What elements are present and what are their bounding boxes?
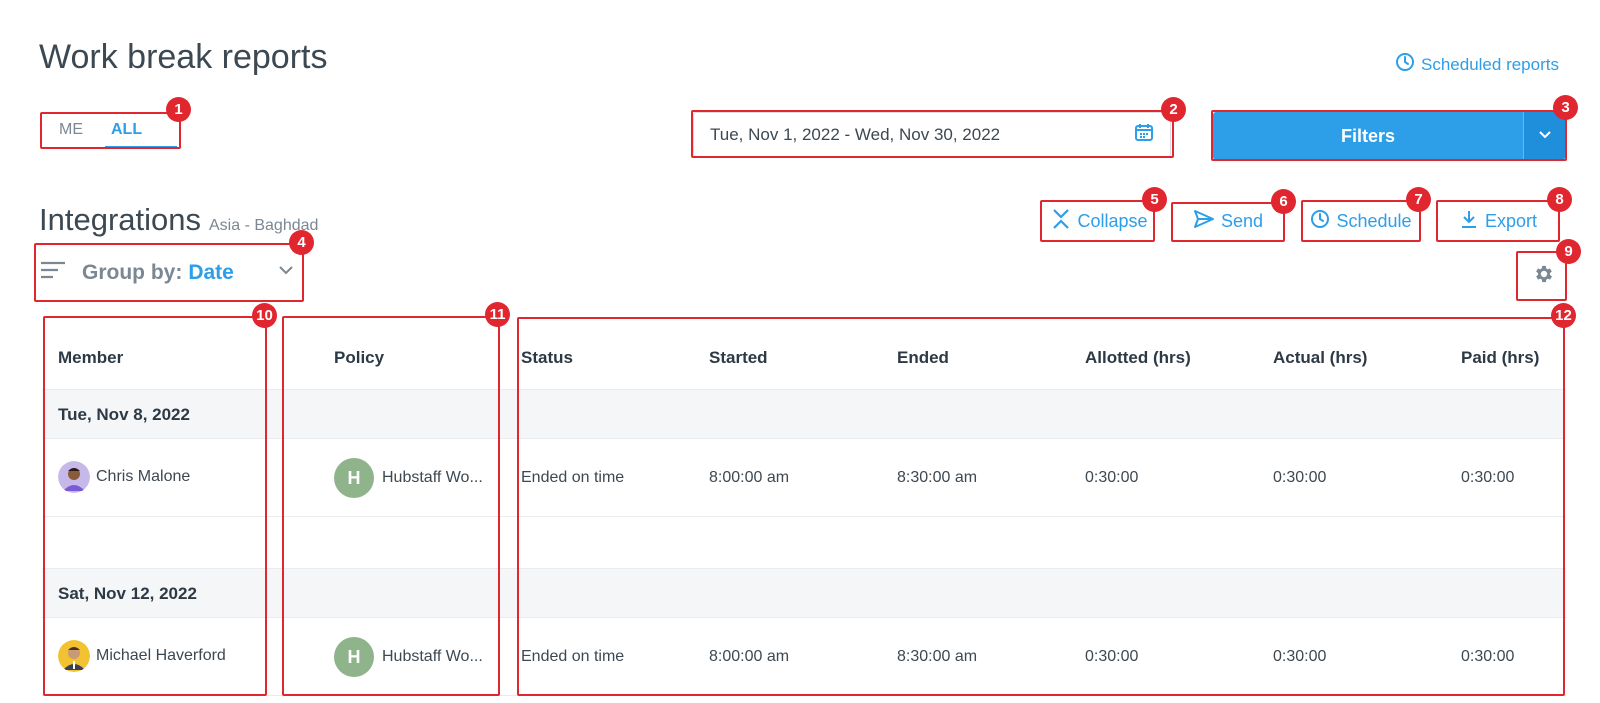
- col-header-policy[interactable]: Policy: [334, 348, 384, 368]
- collapse-button[interactable]: Collapse: [1042, 201, 1157, 241]
- annotation-badge: 10: [252, 303, 277, 328]
- section-title: Integrations Asia - Baghdad: [39, 202, 318, 238]
- paid-cell: 0:30:00: [1461, 648, 1515, 665]
- annotation-badge: 7: [1406, 187, 1431, 212]
- active-tab-indicator: [105, 146, 177, 148]
- actual-cell: 0:30:00: [1273, 469, 1327, 486]
- annotation-badge: 5: [1142, 187, 1167, 212]
- col-header-status[interactable]: Status: [521, 348, 573, 368]
- policy-cell[interactable]: H Hubstaff Wo...: [334, 637, 483, 677]
- member-cell[interactable]: Chris Malone: [58, 461, 190, 493]
- annotation-badge: 11: [485, 302, 510, 327]
- scheduled-reports-link[interactable]: Scheduled reports: [1395, 52, 1559, 77]
- group-by-dropdown[interactable]: Group by: Date: [36, 246, 303, 300]
- filters-label: Filters: [1340, 125, 1396, 146]
- collapse-icon: [1051, 208, 1071, 235]
- list-icon: [40, 260, 66, 286]
- annotation-badge: 6: [1271, 189, 1296, 214]
- member-name: Michael Haverford: [96, 647, 226, 664]
- group-date: Sat, Nov 12, 2022: [58, 584, 197, 603]
- status-cell: Ended on time: [521, 648, 625, 665]
- row-divider: [42, 695, 1566, 696]
- annotation-box: [43, 316, 267, 696]
- clock-icon: [1395, 52, 1415, 77]
- started-cell: 8:00:00 am: [709, 648, 790, 665]
- ended-cell: 8:30:00 am: [897, 469, 978, 486]
- status-cell: Ended on time: [521, 469, 625, 486]
- member-name: Chris Malone: [96, 468, 191, 485]
- annotation-badge: 4: [289, 230, 314, 255]
- chevron-down-icon: [1537, 126, 1553, 147]
- group-header: [42, 389, 1566, 439]
- annotation-badge: 2: [1161, 97, 1186, 122]
- ended-cell: 8:30:00 am: [897, 648, 978, 665]
- annotation-badge: 8: [1547, 187, 1572, 212]
- policy-name: Hubstaff Wo...: [382, 648, 483, 665]
- page-title: Work break reports: [39, 38, 328, 76]
- paid-cell: 0:30:00: [1461, 469, 1515, 486]
- row-divider: [42, 516, 1566, 517]
- member-cell[interactable]: Michael Haverford: [58, 640, 226, 672]
- collapse-label: Collapse: [1077, 210, 1148, 231]
- scope-all-tab[interactable]: ALL: [111, 121, 142, 139]
- send-label: Send: [1220, 210, 1264, 231]
- annotation-badge: 9: [1556, 239, 1581, 264]
- chevron-down-icon: [277, 261, 295, 285]
- annotation-badge: 12: [1551, 303, 1576, 328]
- scope-toggle: ME ALL: [41, 112, 181, 148]
- gear-icon: [1533, 263, 1555, 290]
- schedule-button[interactable]: Schedule: [1302, 201, 1420, 241]
- policy-name: Hubstaff Wo...: [382, 469, 483, 486]
- allotted-cell: 0:30:00: [1085, 648, 1139, 665]
- send-button[interactable]: Send: [1172, 201, 1284, 241]
- date-range-value: Tue, Nov 1, 2022 - Wed, Nov 30, 2022: [710, 124, 1001, 144]
- avatar: [58, 640, 90, 672]
- group-date: Tue, Nov 8, 2022: [58, 405, 190, 424]
- col-header-paid[interactable]: Paid (hrs): [1461, 348, 1539, 368]
- calendar-icon[interactable]: [1134, 122, 1154, 147]
- export-button[interactable]: Export: [1437, 201, 1559, 241]
- export-label: Export: [1484, 210, 1538, 231]
- send-icon: [1193, 209, 1215, 234]
- filters-button[interactable]: Filters: [1213, 112, 1565, 160]
- policy-avatar: H: [334, 458, 374, 498]
- group-header: [42, 568, 1566, 618]
- policy-cell[interactable]: H Hubstaff Wo...: [334, 458, 483, 498]
- actual-cell: 0:30:00: [1273, 648, 1327, 665]
- col-header-started[interactable]: Started: [709, 348, 768, 368]
- col-header-ended[interactable]: Ended: [897, 348, 949, 368]
- col-header-actual[interactable]: Actual (hrs): [1273, 348, 1367, 368]
- annotation-box: [517, 317, 1565, 696]
- col-header-allotted[interactable]: Allotted (hrs): [1085, 348, 1191, 368]
- section-name: Integrations: [39, 202, 201, 237]
- scope-me-tab[interactable]: ME: [59, 121, 83, 139]
- annotation-badge: 1: [166, 97, 191, 122]
- annotation-badge: 3: [1553, 95, 1578, 120]
- date-range-picker[interactable]: Tue, Nov 1, 2022 - Wed, Nov 30, 2022: [693, 112, 1171, 157]
- group-by-label: Group by:: [82, 261, 183, 284]
- schedule-label: Schedule: [1336, 210, 1412, 231]
- download-icon: [1459, 209, 1479, 234]
- allotted-cell: 0:30:00: [1085, 469, 1139, 486]
- scheduled-reports-label: Scheduled reports: [1421, 54, 1559, 74]
- filters-dropdown-toggle[interactable]: [1523, 112, 1565, 160]
- started-cell: 8:00:00 am: [709, 469, 790, 486]
- clock-icon: [1310, 209, 1330, 234]
- col-header-member[interactable]: Member: [58, 348, 123, 368]
- policy-avatar: H: [334, 637, 374, 677]
- group-by-value: Date: [188, 261, 234, 284]
- avatar: [58, 461, 90, 493]
